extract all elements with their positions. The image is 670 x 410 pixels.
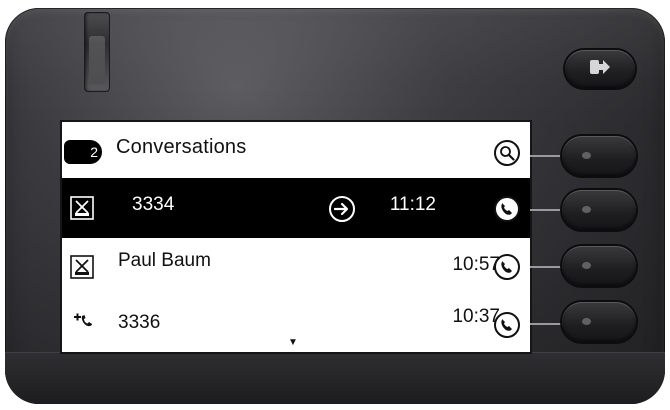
softkey-connector [530, 266, 564, 268]
conversation-count-badge: 2 [64, 140, 102, 164]
scroll-down-icon: ▼ [288, 337, 298, 348]
softkey-indicator [582, 318, 591, 325]
header-row: 2 Conversations [62, 122, 530, 178]
conversation-time: 10:57 [452, 254, 500, 275]
count-badge-value: 2 [90, 144, 98, 160]
conversation-row[interactable]: 3336 10:37 ▼ [62, 296, 530, 352]
forward-arrow-icon[interactable] [329, 196, 355, 222]
exit-icon [589, 58, 611, 81]
conversation-time: 11:12 [389, 194, 436, 215]
call-icon[interactable] [494, 254, 520, 280]
softkey-indicator [582, 152, 591, 159]
conversation-number: 3334 [132, 194, 175, 215]
softkey-4[interactable] [562, 302, 636, 342]
missed-call-icon [70, 255, 94, 284]
softkey-connector [530, 209, 564, 211]
softkey-connector [530, 323, 564, 325]
exit-button[interactable] [565, 50, 635, 88]
call-icon[interactable] [494, 312, 520, 338]
conversation-row[interactable]: Paul Baum 10:57 [62, 238, 530, 296]
outgoing-call-icon [72, 308, 96, 337]
conversation-row-selected[interactable]: 3334 11:12 [62, 178, 530, 238]
softkey-indicator [582, 262, 591, 269]
call-icon[interactable] [494, 196, 520, 222]
conversation-name: Paul Baum [118, 250, 211, 271]
softkey-indicator [582, 206, 591, 213]
conversation-time: 10:37 [452, 306, 500, 327]
softkey-connector [530, 155, 564, 157]
softkey-1[interactable] [562, 136, 636, 176]
conversation-number: 3336 [118, 312, 161, 333]
page-title: Conversations [116, 136, 247, 158]
missed-call-icon [70, 196, 94, 225]
phone-base [5, 352, 665, 404]
search-icon[interactable] [494, 140, 520, 166]
softkey-3[interactable] [562, 246, 636, 286]
softkey-2[interactable] [562, 190, 636, 230]
notification-led [84, 12, 110, 92]
display-screen: 2 Conversations 3334 11:12 Paul Baum 10:… [62, 122, 530, 352]
